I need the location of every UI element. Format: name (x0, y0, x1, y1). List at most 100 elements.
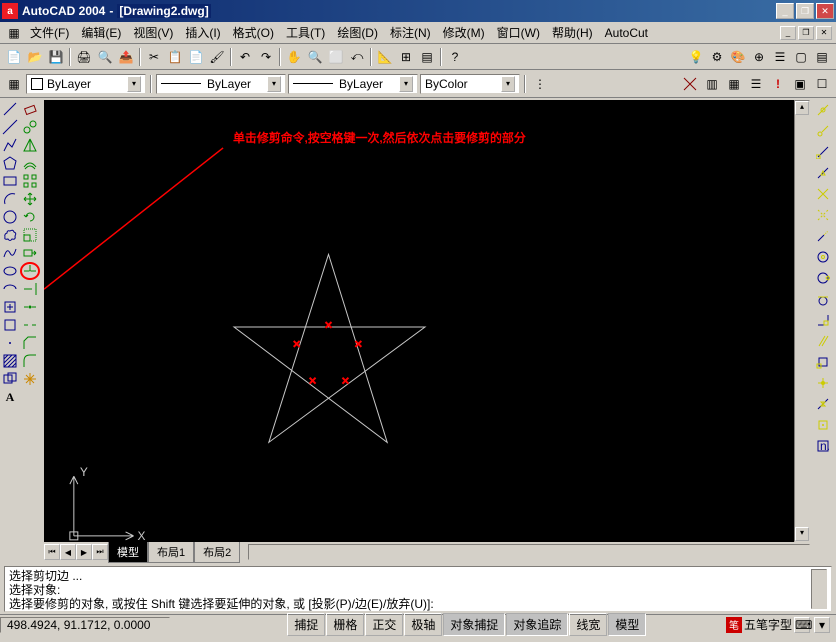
undo-icon[interactable]: ↶ (235, 47, 255, 67)
menu-window[interactable]: 窗口(W) (491, 22, 546, 43)
tab-next[interactable]: ▶ (76, 544, 92, 560)
grid-toggle[interactable]: 栅格 (326, 613, 364, 636)
dim-tool5-icon[interactable]: ▣ (790, 74, 810, 94)
open-icon[interactable]: 📂 (25, 47, 45, 67)
app-menu-icon[interactable]: ▦ (4, 23, 24, 43)
osnap-tan-icon[interactable] (813, 289, 833, 309)
osnap-int-icon[interactable] (813, 184, 833, 204)
dim-tool2-icon[interactable]: ▥ (702, 74, 722, 94)
color-combo[interactable]: ByColor ▾ (420, 74, 520, 94)
menu-dim[interactable]: 标注(N) (384, 22, 437, 43)
offset-icon[interactable] (20, 154, 40, 172)
linetype-combo[interactable]: ByLayer ▾ (156, 74, 286, 94)
render-icon[interactable]: 🎨 (728, 47, 748, 67)
dim-tool6-icon[interactable]: ☐ (812, 74, 832, 94)
maximize-button[interactable]: ❐ (796, 3, 814, 19)
osnap-mid-icon[interactable] (813, 163, 833, 183)
revcloud-icon[interactable] (0, 226, 20, 244)
snap-toggle[interactable]: 捕捉 (287, 613, 325, 636)
zoom-prev-icon[interactable]: ⤺ (347, 47, 367, 67)
lineweight-combo[interactable]: ByLayer ▾ (288, 74, 418, 94)
chevron-down-icon[interactable]: ▾ (267, 76, 281, 92)
polygon-icon[interactable] (0, 154, 20, 172)
scale-icon[interactable] (20, 226, 40, 244)
point-icon[interactable] (0, 334, 20, 352)
rect-icon[interactable] (0, 172, 20, 190)
layer-props-icon[interactable]: ▦ (4, 74, 24, 94)
chevron-down-icon[interactable]: ▾ (399, 76, 413, 92)
menu-format[interactable]: 格式(O) (227, 22, 280, 43)
properties-icon[interactable]: 📐 (375, 47, 395, 67)
pline-icon[interactable] (0, 136, 20, 154)
osnap-end-icon[interactable] (813, 142, 833, 162)
osnap-none-icon[interactable] (813, 415, 833, 435)
copy-icon[interactable]: 📋 (165, 47, 185, 67)
osnap-toggle[interactable]: 对象捕捉 (443, 613, 505, 636)
star-polyline[interactable] (234, 254, 425, 442)
save-icon[interactable]: 💾 (46, 47, 66, 67)
osnap-perp-icon[interactable] (813, 310, 833, 330)
line-icon[interactable] (0, 100, 20, 118)
hatch-icon[interactable] (0, 352, 20, 370)
misc-icon[interactable]: ⋮ (530, 74, 550, 94)
block-icon[interactable]: ▢ (791, 47, 811, 67)
move-icon[interactable] (20, 190, 40, 208)
cut-icon[interactable]: ✂ (144, 47, 164, 67)
make-block-icon[interactable] (0, 316, 20, 334)
osnap-temp-icon[interactable] (813, 100, 833, 120)
copy-obj-icon[interactable] (20, 118, 40, 136)
arc-icon[interactable] (0, 190, 20, 208)
polar-toggle[interactable]: 极轴 (404, 613, 442, 636)
preview-icon[interactable]: 🔍 (95, 47, 115, 67)
menu-edit[interactable]: 编辑(E) (75, 22, 127, 43)
dim-tool4-icon[interactable]: ☰ (746, 74, 766, 94)
spline-icon[interactable] (0, 244, 20, 262)
tool-palettes-icon[interactable]: ▤ (417, 47, 437, 67)
vscrollbar[interactable]: ▴ ▾ (794, 100, 810, 542)
coords-readout[interactable]: 498.4924, 91.1712, 0.0000 (0, 617, 170, 633)
fillet-icon[interactable] (20, 352, 40, 370)
bulb-icon[interactable]: 💡 (686, 47, 706, 67)
command-panel[interactable]: 选择剪切边 ... 选择对象: 选择要修剪的对象, 或按住 Shift 键选择要… (4, 566, 832, 612)
chevron-down-icon[interactable]: ▾ (127, 76, 141, 92)
osnap-settings-icon[interactable]: n. (813, 436, 833, 456)
menu-insert[interactable]: 插入(I) (179, 22, 226, 43)
osnap-ins-icon[interactable] (813, 352, 833, 372)
circle-icon[interactable] (0, 208, 20, 226)
menu-tools[interactable]: 工具(T) (280, 22, 331, 43)
osnap-near-icon[interactable] (813, 394, 833, 414)
region-icon[interactable] (0, 370, 20, 388)
sheet-icon[interactable]: ▤ (812, 47, 832, 67)
ortho-toggle[interactable]: 正交 (365, 613, 403, 636)
osnap-from-icon[interactable] (813, 121, 833, 141)
print-icon[interactable]: 🖨 (74, 47, 94, 67)
tab-prev[interactable]: ◀ (60, 544, 76, 560)
xline-icon[interactable] (0, 118, 20, 136)
rotate-icon[interactable] (20, 208, 40, 226)
mdi-minimize[interactable]: _ (780, 26, 796, 40)
publish-icon[interactable]: 📤 (116, 47, 136, 67)
redo-icon[interactable]: ↷ (256, 47, 276, 67)
close-button[interactable]: ✕ (816, 3, 834, 19)
chevron-down-icon[interactable]: ▾ (501, 76, 515, 92)
array-icon[interactable] (20, 172, 40, 190)
help-icon[interactable]: ? (445, 47, 465, 67)
dim-tool3-icon[interactable]: ▦ (724, 74, 744, 94)
ime-icon[interactable]: 笔 (726, 617, 742, 633)
ellarc-icon[interactable] (0, 280, 20, 298)
menu-modify[interactable]: 修改(M) (437, 22, 491, 43)
extend-icon[interactable] (20, 280, 40, 298)
menu-draw[interactable]: 绘图(D) (331, 22, 384, 43)
mdi-close[interactable]: ✕ (816, 26, 832, 40)
drawing-canvas[interactable]: 单击修剪命令,按空格键一次,然后依次点击要修剪的部分 (44, 100, 810, 542)
model-toggle[interactable]: 模型 (608, 613, 646, 636)
alert-icon[interactable]: ! (768, 74, 788, 94)
layers-icon[interactable]: ☰ (770, 47, 790, 67)
tab-first[interactable]: ⏮ (44, 544, 60, 560)
lwt-toggle[interactable]: 线宽 (569, 613, 607, 636)
osnap-qua-icon[interactable] (813, 268, 833, 288)
mdi-restore[interactable]: ❐ (798, 26, 814, 40)
dim-tool1-icon[interactable] (680, 74, 700, 94)
break-icon[interactable] (20, 316, 40, 334)
ime-label[interactable]: 五笔字型 (744, 616, 792, 633)
